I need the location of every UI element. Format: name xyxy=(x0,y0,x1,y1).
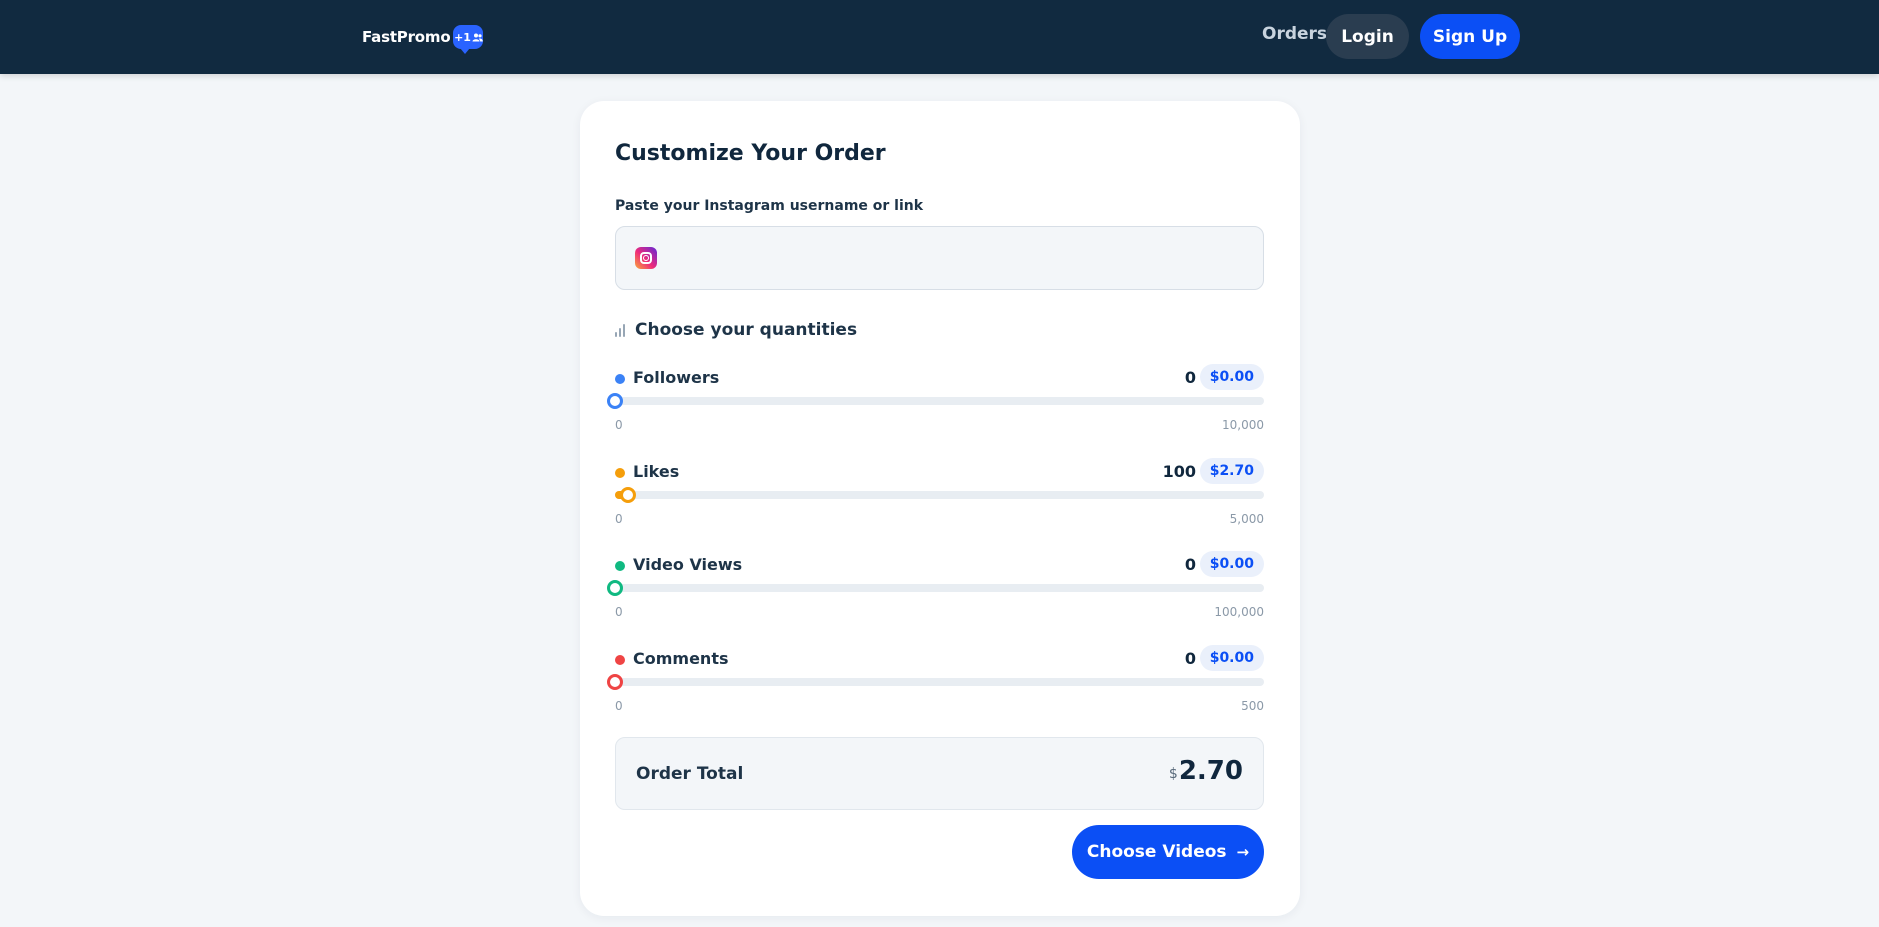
likes-quantity: 100 xyxy=(1162,462,1196,481)
quantities-heading-text: Choose your quantities xyxy=(635,320,858,340)
likes-slider-thumb[interactable] xyxy=(619,487,636,503)
order-total-amount: 2.70 xyxy=(1178,756,1243,786)
brand-logo[interactable]: FastPromo +1 xyxy=(362,22,484,54)
order-card: Customize Your Order Paste your Instagra… xyxy=(580,101,1300,916)
video-views-slider-thumb[interactable] xyxy=(607,580,623,596)
followers-price-badge: $0.00 xyxy=(1199,364,1264,390)
slider-row-comments: Comments 0 $0.00 0 500 xyxy=(607,645,1264,717)
order-total-value: $ 2.70 xyxy=(1169,756,1243,786)
comments-quantity: 0 xyxy=(1184,649,1196,668)
video-views-slider-track[interactable] xyxy=(607,580,1264,596)
likes-label: Likes xyxy=(633,462,680,481)
top-navbar: FastPromo +1 Orders Login Sign Up xyxy=(0,0,1879,74)
followers-quantity: 0 xyxy=(1184,368,1196,387)
followers-min-label: 0 xyxy=(615,418,623,432)
brand-name: FastPromo xyxy=(362,28,451,46)
card-title: Customize Your Order xyxy=(615,141,886,166)
order-total-currency: $ xyxy=(1168,766,1178,782)
comments-price-badge: $0.00 xyxy=(1199,645,1264,671)
video-views-min-label: 0 xyxy=(615,605,623,619)
video-views-price-badge: $0.00 xyxy=(1199,551,1264,577)
followers-label: Followers xyxy=(633,368,720,387)
comments-max-label: 500 xyxy=(1241,699,1264,713)
comments-min-label: 0 xyxy=(615,699,623,713)
login-button[interactable]: Login xyxy=(1326,14,1409,59)
instagram-username-input[interactable] xyxy=(670,227,1250,289)
likes-min-label: 0 xyxy=(615,512,623,526)
likes-price-badge: $2.70 xyxy=(1199,458,1264,484)
choose-videos-button[interactable]: Choose Videos → xyxy=(1072,825,1264,879)
slider-row-followers: Followers 0 $0.00 0 10,000 xyxy=(607,364,1264,436)
instagram-input-label: Paste your Instagram username or link xyxy=(615,198,924,214)
nav-orders-link[interactable]: Orders xyxy=(1262,24,1327,44)
comments-slider-thumb[interactable] xyxy=(607,674,623,690)
comments-label: Comments xyxy=(633,649,729,668)
likes-color-dot xyxy=(615,468,625,478)
brand-badge: +1 xyxy=(453,25,484,54)
quantities-heading: Choose your quantities xyxy=(615,320,857,340)
bar-chart-icon xyxy=(615,323,625,337)
followers-slider-track[interactable] xyxy=(607,393,1264,409)
video-views-color-dot xyxy=(615,561,625,571)
signup-button[interactable]: Sign Up xyxy=(1420,14,1520,59)
video-views-max-label: 100,000 xyxy=(1214,605,1264,619)
order-total-box: Order Total $ 2.70 xyxy=(615,737,1264,810)
instagram-input-container[interactable] xyxy=(615,226,1264,290)
comments-slider-track[interactable] xyxy=(607,674,1264,690)
arrow-right-icon: → xyxy=(1236,843,1250,861)
followers-slider-thumb[interactable] xyxy=(607,393,623,409)
order-total-label: Order Total xyxy=(636,764,744,784)
video-views-label: Video Views xyxy=(633,555,743,574)
brand-badge-text: +1 xyxy=(454,30,471,44)
slider-row-video-views: Video Views 0 $0.00 0 100,000 xyxy=(607,551,1264,623)
users-icon xyxy=(472,33,483,41)
video-views-quantity: 0 xyxy=(1184,555,1196,574)
likes-slider-track[interactable] xyxy=(615,487,1264,503)
choose-videos-label: Choose Videos xyxy=(1086,842,1227,862)
instagram-icon xyxy=(635,247,657,269)
likes-max-label: 5,000 xyxy=(1229,512,1264,526)
followers-color-dot xyxy=(615,374,625,384)
slider-row-likes: Likes 100 $2.70 0 5,000 xyxy=(615,458,1264,530)
comments-color-dot xyxy=(615,655,625,665)
followers-max-label: 10,000 xyxy=(1222,418,1264,432)
